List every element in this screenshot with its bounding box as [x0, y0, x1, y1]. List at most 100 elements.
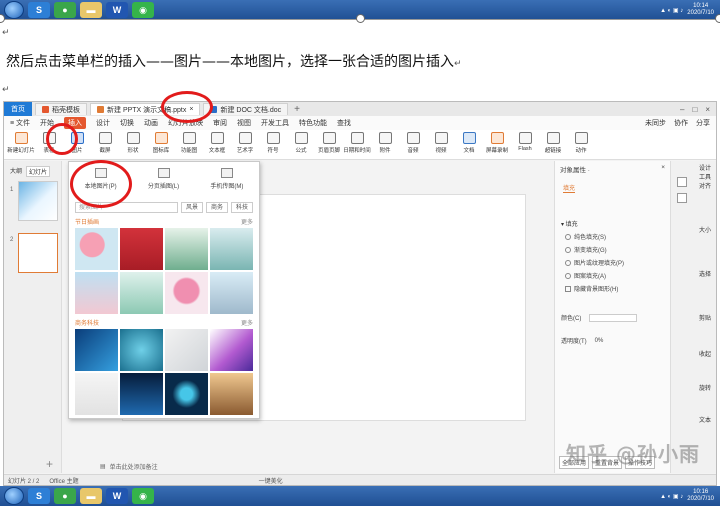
taskbar-app-wechat[interactable]: ◉ — [132, 488, 154, 504]
color-select[interactable] — [589, 313, 638, 322]
tab-fill[interactable]: 填充 — [563, 183, 576, 193]
fill-section-title[interactable]: ▾ 填充 — [561, 219, 670, 228]
tool-textbox[interactable]: 文本框 — [204, 130, 230, 154]
tool-symbol[interactable]: 符号 — [260, 130, 286, 154]
menu-file[interactable]: ≡ 文件 — [10, 118, 30, 128]
picture-thumbnail[interactable] — [210, 373, 253, 415]
tool-hyperlink[interactable]: 超链接 — [540, 130, 566, 154]
tool-formula[interactable]: 公式 — [288, 130, 314, 154]
resize-handle[interactable] — [715, 14, 720, 23]
notes-area[interactable]: ▤ 单击此处添加备注 — [100, 460, 540, 472]
menu-review[interactable]: 审阅 — [213, 118, 227, 128]
resize-handle[interactable] — [356, 14, 365, 23]
picture-thumbnail[interactable] — [120, 373, 163, 415]
sidebar-item-rotate[interactable]: 旋转 — [699, 383, 711, 392]
fill-gradient-option[interactable]: 渐变填充(G) — [565, 245, 670, 254]
picture-thumbnail[interactable] — [75, 228, 118, 270]
menu-search[interactable]: 查找 — [337, 118, 351, 128]
tool-header-footer[interactable]: 页眉页脚 — [316, 130, 342, 154]
tool-function-chart[interactable]: 功能图 — [176, 130, 202, 154]
clock[interactable]: 10:16 2020/7/10 — [687, 489, 714, 503]
more-link[interactable]: 更多 — [241, 217, 253, 226]
tool-wordart[interactable]: 艺术字 — [232, 130, 258, 154]
beautify-button[interactable]: 一键美化 — [259, 476, 283, 485]
tray-icons[interactable]: ▲ ◐ ▣ ♪ — [660, 7, 683, 14]
taskbar-app-writer[interactable]: W — [106, 2, 128, 18]
tool-shape[interactable]: 形状 — [120, 130, 146, 154]
taskbar-app-folder[interactable]: ▬ — [80, 488, 102, 504]
picture-thumbnail[interactable] — [210, 272, 253, 314]
add-slide-button[interactable]: + — [46, 457, 53, 471]
taskbar-app-sogou[interactable]: S — [28, 488, 50, 504]
tool-document[interactable]: 文档 — [456, 130, 482, 154]
tool-screenshot[interactable]: 截屏 — [92, 130, 118, 154]
menu-animation[interactable]: 动画 — [144, 118, 158, 128]
minimize-icon[interactable]: – — [680, 105, 684, 114]
tool-datetime[interactable]: 日期和时间 — [343, 130, 371, 154]
start-button[interactable] — [4, 487, 24, 505]
fill-picture-option[interactable]: 图片或纹理填充(P) — [565, 258, 670, 267]
menu-transition[interactable]: 切换 — [120, 118, 134, 128]
tool-audio[interactable]: 音频 — [400, 130, 426, 154]
taskbar-app-folder[interactable]: ▬ — [80, 2, 102, 18]
menu-special[interactable]: 特色功能 — [299, 118, 327, 128]
tab-home[interactable]: 首页 — [4, 102, 32, 116]
new-tab-button[interactable]: + — [294, 104, 300, 115]
picture-thumbnail[interactable] — [165, 373, 208, 415]
picture-thumbnail[interactable] — [165, 228, 208, 270]
maximize-icon[interactable]: □ — [692, 105, 697, 114]
picture-thumbnail[interactable] — [120, 329, 163, 371]
sidebar-item-select[interactable]: 选择 — [699, 269, 711, 278]
chip-tech[interactable]: 科技 — [230, 202, 253, 213]
more-link[interactable]: 更多 — [241, 318, 253, 327]
tool-video[interactable]: 视频 — [428, 130, 454, 154]
taskbar-app-wechat[interactable]: ◉ — [132, 2, 154, 18]
chip-business[interactable]: 商务 — [205, 202, 228, 213]
hide-background-checkbox[interactable]: 隐藏背景图形(H) — [565, 284, 670, 293]
share-button[interactable]: 分享 — [696, 118, 710, 128]
picture-thumbnail[interactable] — [120, 272, 163, 314]
fill-icon[interactable] — [677, 193, 687, 203]
taskbar-app-writer[interactable]: W — [106, 488, 128, 504]
tool-screen-record[interactable]: 屏幕录制 — [484, 130, 510, 154]
sidebar-item-clip[interactable]: 剪贴 — [699, 313, 711, 322]
sidebar-item-text[interactable]: 文本 — [699, 415, 711, 424]
picture-thumbnail[interactable] — [120, 228, 163, 270]
fill-pattern-option[interactable]: 图案填充(A) — [565, 271, 670, 280]
picture-thumbnail[interactable] — [210, 228, 253, 270]
picture-thumbnail[interactable] — [210, 329, 253, 371]
tool-flash[interactable]: Flash — [512, 130, 538, 152]
tool-attachment[interactable]: 附件 — [372, 130, 398, 154]
tool-icons[interactable]: 图标库 — [148, 130, 174, 154]
close-icon[interactable]: × — [661, 164, 665, 174]
slide-thumbnail-2[interactable] — [18, 233, 58, 273]
collab-button[interactable]: 协作 — [674, 118, 688, 128]
taskbar-app-browser[interactable]: ● — [54, 2, 76, 18]
fill-solid-option[interactable]: 纯色填充(S) — [565, 232, 670, 241]
taskbar-app-sogou[interactable]: S — [28, 2, 50, 18]
menu-developer[interactable]: 开发工具 — [261, 118, 289, 128]
picture-thumbnail[interactable] — [165, 272, 208, 314]
tab-slides[interactable]: 幻灯片 — [26, 166, 51, 177]
sidebar-item-align[interactable]: 对齐 — [699, 181, 711, 190]
phone-picture-option[interactable]: 手机传图(M) — [210, 168, 243, 190]
transparency-value[interactable]: 0% — [595, 338, 604, 344]
picture-thumbnail[interactable] — [75, 373, 118, 415]
tab-docer[interactable]: 稻壳模板 — [35, 103, 87, 115]
sidebar-item-collapse[interactable]: 收起 — [699, 349, 711, 358]
chip-landscape[interactable]: 风景 — [180, 202, 203, 213]
start-button[interactable] — [4, 1, 24, 19]
tray-icons[interactable]: ▲ ◐ ▣ ♪ — [660, 493, 683, 500]
menu-view[interactable]: 视图 — [237, 118, 251, 128]
taskbar-app-browser[interactable]: ● — [54, 488, 76, 504]
tool-new-slide[interactable]: 新建幻灯片 — [7, 130, 35, 154]
select-icon[interactable] — [677, 177, 687, 187]
sidebar-item-size[interactable]: 大小 — [699, 225, 711, 234]
picture-thumbnail[interactable] — [165, 329, 208, 371]
tab-outline[interactable]: 大纲 — [10, 166, 22, 177]
close-window-icon[interactable]: × — [705, 105, 710, 114]
picture-thumbnail[interactable] — [75, 272, 118, 314]
sync-button[interactable]: 未同步 — [645, 118, 666, 128]
tab-doc[interactable]: 新建 DOC 文档.doc — [203, 103, 289, 115]
tool-action[interactable]: 动作 — [568, 130, 594, 154]
